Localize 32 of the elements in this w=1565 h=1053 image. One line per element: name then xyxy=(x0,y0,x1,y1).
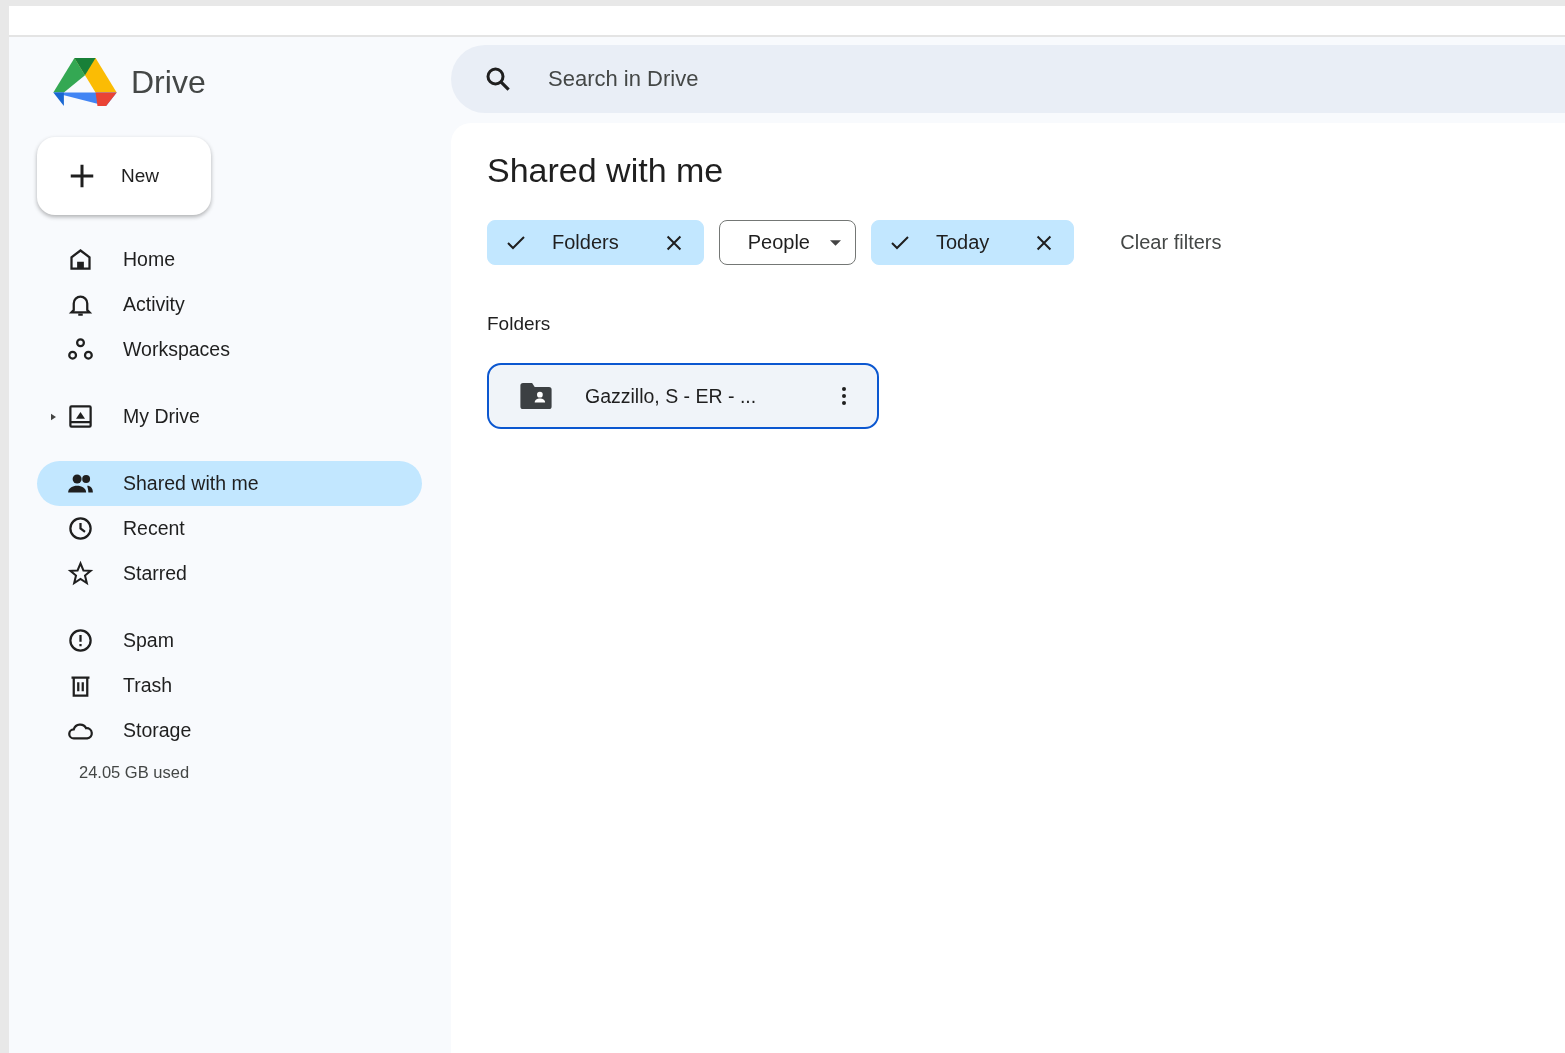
new-button[interactable]: New xyxy=(37,137,211,215)
app-title: Drive xyxy=(131,63,206,101)
drive-logo-icon xyxy=(53,58,117,106)
shared-folder-icon xyxy=(519,383,553,409)
filter-chip[interactable]: Folders xyxy=(487,220,704,265)
sidebar-item[interactable]: Shared with me xyxy=(37,461,422,506)
storage-usage: 24.05 GB used xyxy=(78,763,191,782)
spam-icon xyxy=(67,627,94,654)
sidebar-item[interactable]: Activity xyxy=(37,282,422,327)
section-heading: Folders xyxy=(487,313,552,335)
sidebar-item[interactable]: Spam xyxy=(37,618,422,663)
sidebar-item[interactable]: Workspaces xyxy=(37,327,422,372)
sidebar-item[interactable]: Trash xyxy=(37,663,422,708)
sidebar-item[interactable]: Storage xyxy=(37,708,422,753)
more-options-icon[interactable] xyxy=(841,386,847,406)
sidebar-item[interactable]: Recent xyxy=(37,506,422,551)
home-icon xyxy=(67,246,94,273)
sidebar-item[interactable]: Starred xyxy=(37,551,422,596)
clear-filters-button[interactable]: Clear filters xyxy=(1114,230,1228,255)
filter-chip[interactable]: People xyxy=(718,220,856,265)
clock-icon xyxy=(67,515,94,542)
sidebar-item[interactable]: My Drive xyxy=(37,394,422,439)
sidebar-item[interactable]: Home xyxy=(37,237,422,282)
filter-chip[interactable]: Today xyxy=(871,220,1075,265)
dropdown-caret-icon xyxy=(830,239,841,246)
search-field[interactable]: Search in Drive xyxy=(451,45,1565,113)
page-title: Shared with me xyxy=(487,151,725,190)
star-icon xyxy=(67,560,94,587)
drive-icon xyxy=(67,403,94,430)
workspaces-icon xyxy=(67,336,94,363)
folder-card[interactable]: Gazzillo, S - ER - ... xyxy=(487,363,879,429)
expand-caret-icon[interactable] xyxy=(51,412,56,421)
